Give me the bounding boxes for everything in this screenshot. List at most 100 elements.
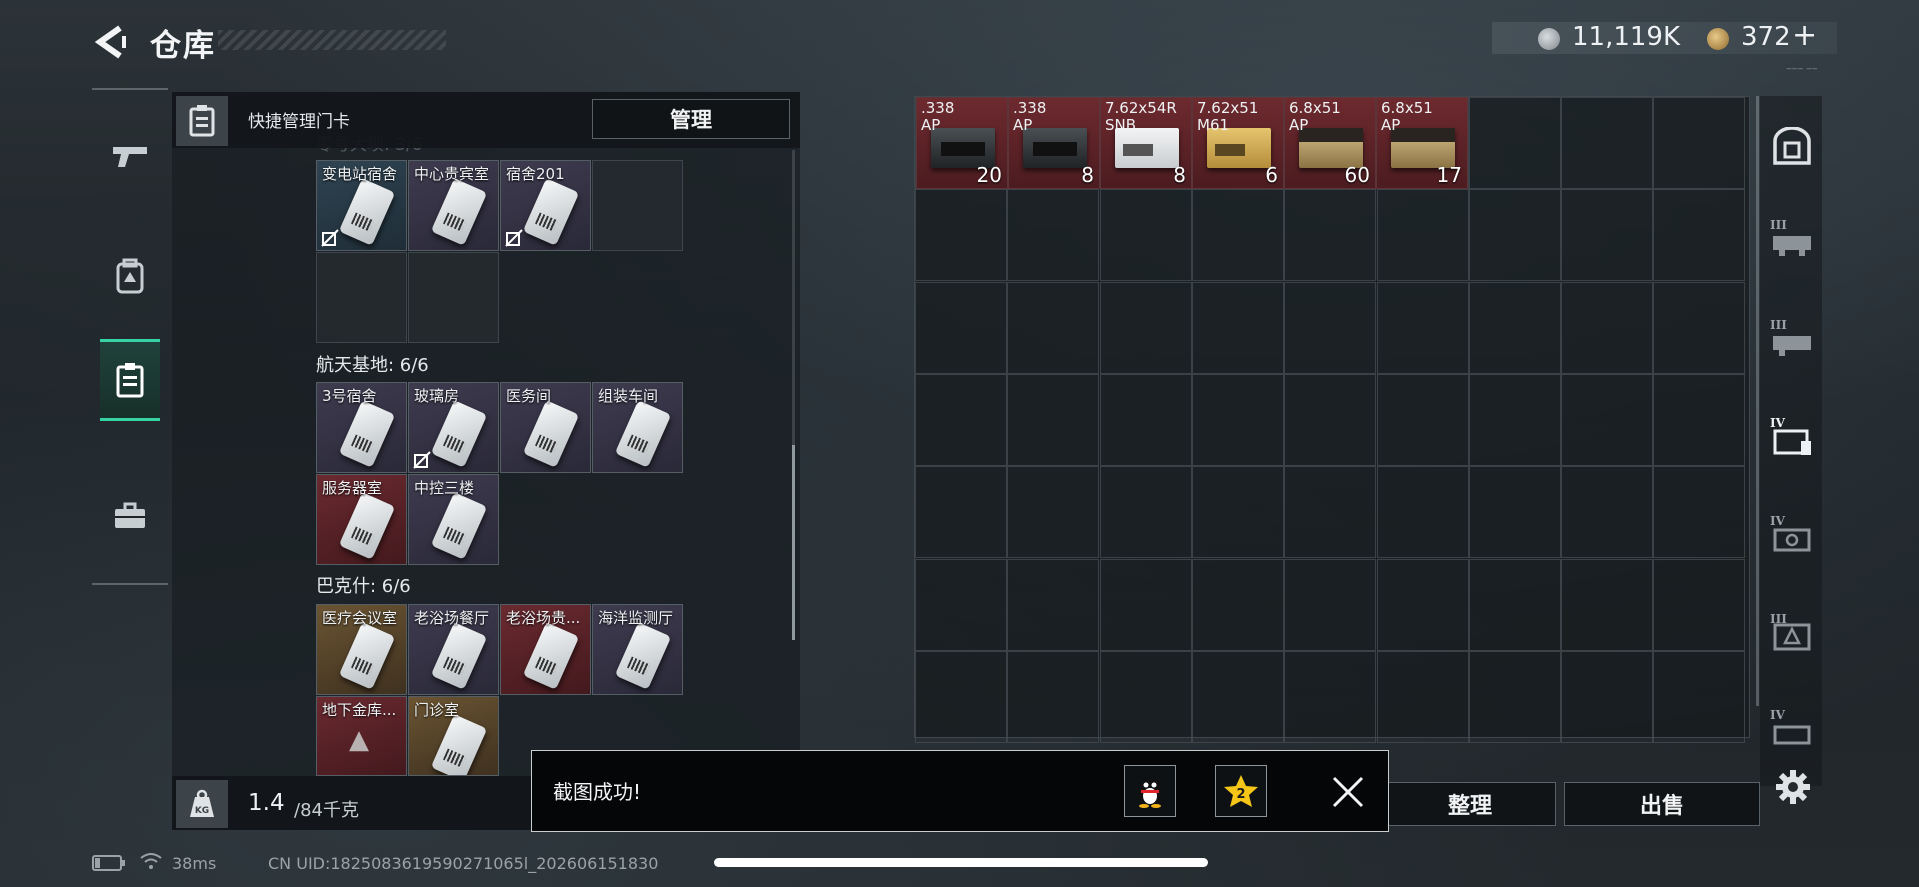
grid-slot[interactable] bbox=[1653, 466, 1746, 559]
grid-slot[interactable] bbox=[1191, 373, 1284, 466]
grid-slot[interactable] bbox=[1468, 189, 1561, 282]
keycard-slot[interactable]: 医疗会议室 bbox=[316, 604, 407, 695]
storage-case-icon[interactable]: III bbox=[1770, 318, 1814, 362]
grid-slot[interactable] bbox=[1007, 281, 1100, 374]
keycard-slot[interactable]: 医务间 bbox=[500, 382, 591, 473]
grid-slot[interactable] bbox=[1376, 466, 1469, 559]
sell-button[interactable]: 出售 bbox=[1564, 782, 1760, 826]
grid-slot[interactable] bbox=[1653, 97, 1746, 189]
keycard-slot[interactable]: 门诊室 bbox=[408, 696, 499, 776]
grid-slot[interactable] bbox=[915, 466, 1007, 559]
keycard-slot[interactable]: 老浴场贵... bbox=[500, 604, 591, 695]
keycard-slot[interactable]: 宿舍201 bbox=[500, 160, 591, 251]
grid-slot[interactable] bbox=[1561, 373, 1654, 466]
empty-keycard-slot[interactable] bbox=[592, 160, 683, 251]
keycard-slot[interactable]: 变电站宿舍 bbox=[316, 160, 407, 251]
grid-slot[interactable] bbox=[1191, 558, 1284, 651]
grid-slot[interactable] bbox=[1099, 558, 1192, 651]
grid-slot[interactable] bbox=[1468, 650, 1561, 743]
storage-case-icon[interactable]: IV bbox=[1770, 416, 1814, 460]
grid-slot[interactable] bbox=[1007, 373, 1100, 466]
share-qq-button[interactable] bbox=[1124, 765, 1176, 817]
tab-equipment[interactable] bbox=[100, 236, 160, 316]
grid-slot[interactable] bbox=[1653, 281, 1746, 374]
grid-slot[interactable] bbox=[1376, 281, 1469, 374]
sort-button[interactable]: 整理 bbox=[1384, 782, 1556, 826]
grid-slot[interactable] bbox=[1468, 466, 1561, 559]
grid-slot[interactable] bbox=[1653, 558, 1746, 651]
keycard-slot[interactable]: 老浴场餐厅 bbox=[408, 604, 499, 695]
keycard-slot[interactable]: 组装车间 bbox=[592, 382, 683, 473]
grid-slot[interactable] bbox=[1191, 650, 1284, 743]
storage-case-icon[interactable]: III bbox=[1770, 612, 1814, 656]
keycard-slot[interactable]: 3号宿舍 bbox=[316, 382, 407, 473]
grid-slot[interactable] bbox=[1284, 650, 1377, 743]
storage-case-icon[interactable]: IV bbox=[1770, 708, 1814, 752]
grid-slot[interactable] bbox=[915, 650, 1007, 743]
keycard-slot[interactable]: 中控三楼 bbox=[408, 474, 499, 565]
grid-slot[interactable] bbox=[1561, 189, 1654, 282]
grid-slot[interactable] bbox=[1284, 558, 1377, 651]
grid-slot[interactable] bbox=[1099, 189, 1192, 282]
empty-keycard-slot[interactable] bbox=[408, 252, 499, 343]
grid-slot[interactable] bbox=[1561, 281, 1654, 374]
keycard-slot[interactable]: 服务器室 bbox=[316, 474, 407, 565]
ammo-item[interactable]: 6.8x51 AP 17 bbox=[1376, 97, 1468, 189]
keycard-slot[interactable]: 玻璃房 bbox=[408, 382, 499, 473]
ammo-item[interactable]: .338 AP 20 bbox=[916, 97, 1008, 189]
grid-slot[interactable] bbox=[1468, 373, 1561, 466]
grid-slot[interactable] bbox=[1468, 281, 1561, 374]
tab-keycards[interactable] bbox=[100, 339, 160, 421]
grid-slot[interactable] bbox=[1191, 189, 1284, 282]
close-icon[interactable] bbox=[1328, 772, 1368, 812]
grid-slot[interactable] bbox=[1099, 466, 1192, 559]
home-indicator[interactable] bbox=[714, 858, 1208, 867]
grid-slot[interactable] bbox=[1007, 650, 1100, 743]
empty-keycard-slot[interactable] bbox=[316, 252, 407, 343]
grid-slot[interactable] bbox=[1284, 373, 1377, 466]
ammo-item[interactable]: 7.62x54R SNB 8 bbox=[1100, 97, 1192, 189]
grid-slot[interactable] bbox=[1653, 373, 1746, 466]
grid-slot[interactable] bbox=[1468, 97, 1561, 189]
back-arrow-icon[interactable] bbox=[92, 22, 126, 62]
grid-slot[interactable] bbox=[1376, 373, 1469, 466]
grid-slot[interactable] bbox=[1099, 281, 1192, 374]
grid-slot[interactable] bbox=[1376, 650, 1469, 743]
grid-slot[interactable] bbox=[1007, 558, 1100, 651]
manage-button[interactable]: 管理 bbox=[592, 99, 790, 139]
ammo-item[interactable]: .338 AP 8 bbox=[1008, 97, 1100, 189]
settings-gear-icon[interactable] bbox=[1772, 766, 1814, 808]
grid-slot[interactable] bbox=[915, 558, 1007, 651]
grid-slot[interactable] bbox=[1007, 466, 1100, 559]
grid-slot[interactable] bbox=[1284, 281, 1377, 374]
safe-box-icon[interactable] bbox=[1770, 126, 1814, 166]
grid-slot[interactable] bbox=[1099, 650, 1192, 743]
grid-slot[interactable] bbox=[1191, 466, 1284, 559]
ammo-item[interactable]: 6.8x51 AP 60 bbox=[1284, 97, 1376, 189]
storage-case-icon[interactable]: III bbox=[1770, 218, 1814, 262]
grid-slot[interactable] bbox=[1561, 650, 1654, 743]
grid-slot[interactable] bbox=[915, 373, 1007, 466]
add-currency-button[interactable]: + bbox=[1792, 18, 1817, 53]
grid-slot[interactable] bbox=[1561, 558, 1654, 651]
grid-slot[interactable] bbox=[1099, 373, 1192, 466]
ammo-item[interactable]: 7.62x51 M61 6 bbox=[1192, 97, 1284, 189]
keycard-slot[interactable]: 海洋监测厅 bbox=[592, 604, 683, 695]
tab-supplies[interactable] bbox=[100, 476, 160, 556]
tab-weapons[interactable] bbox=[100, 116, 160, 196]
grid-slot[interactable] bbox=[1284, 466, 1377, 559]
grid-slot[interactable] bbox=[1561, 466, 1654, 559]
grid-slot[interactable] bbox=[1561, 97, 1654, 189]
storage-rail-scrollbar[interactable] bbox=[1756, 96, 1759, 706]
grid-slot[interactable] bbox=[915, 189, 1007, 282]
grid-slot[interactable] bbox=[915, 281, 1007, 374]
grid-slot[interactable] bbox=[1376, 558, 1469, 651]
grid-slot[interactable] bbox=[1191, 281, 1284, 374]
grid-slot[interactable] bbox=[1284, 189, 1377, 282]
grid-slot[interactable] bbox=[1653, 189, 1746, 282]
grid-slot[interactable] bbox=[1468, 558, 1561, 651]
grid-slot[interactable] bbox=[1653, 650, 1746, 743]
keycard-scrollbar-thumb[interactable] bbox=[792, 445, 795, 640]
grid-slot[interactable] bbox=[1376, 189, 1469, 282]
keycard-slot[interactable]: 中心贵宾室 bbox=[408, 160, 499, 251]
